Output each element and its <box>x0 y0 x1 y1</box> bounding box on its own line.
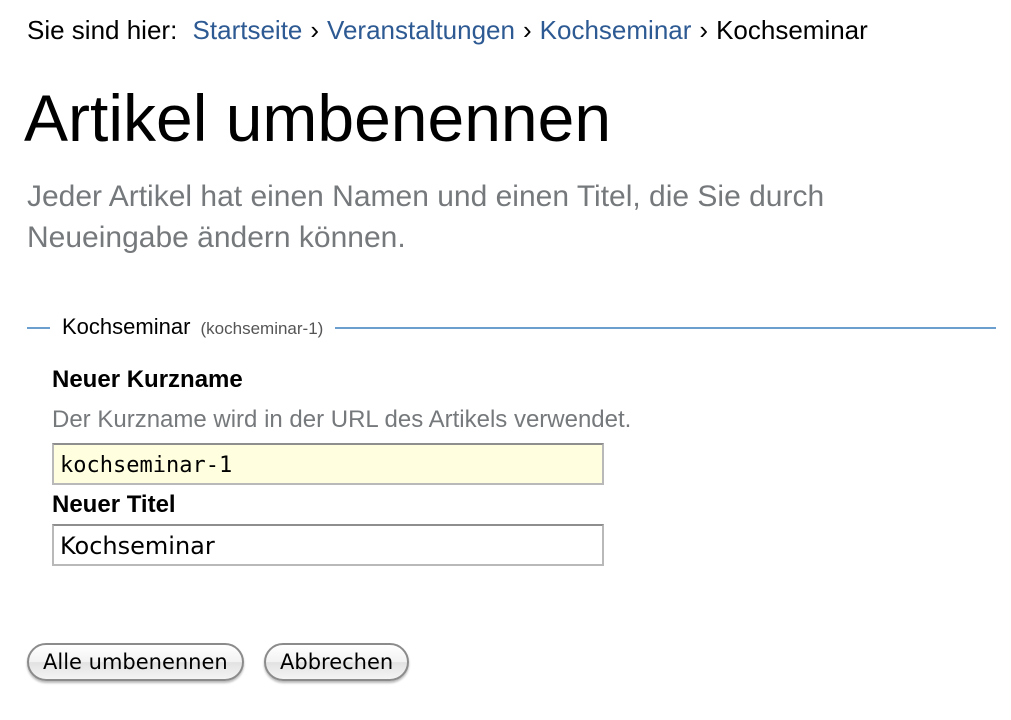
title-input[interactable] <box>52 524 604 566</box>
cancel-button[interactable]: Abbrechen <box>264 643 410 681</box>
breadcrumb-link-veranstaltungen[interactable]: Veranstaltungen <box>327 15 515 45</box>
page-description: Jeder Artikel hat einen Namen und einen … <box>27 180 825 254</box>
breadcrumb-separator: › <box>310 15 320 45</box>
breadcrumb-link-kochseminar[interactable]: Kochseminar <box>540 15 692 45</box>
title-label: Neuer Titel <box>52 491 176 518</box>
breadcrumb-prefix: Sie sind hier: <box>27 15 178 45</box>
page-title: Artikel umbenennen <box>24 81 612 155</box>
breadcrumb-link-startseite[interactable]: Startseite <box>193 15 303 45</box>
shortname-input[interactable] <box>52 443 604 485</box>
item-legend: Kochseminar (kochseminar-1) <box>50 314 335 342</box>
item-title: Kochseminar <box>62 314 191 339</box>
shortname-help: Der Kurzname wird in der URL des Artikel… <box>52 406 632 433</box>
breadcrumb: Sie sind hier: Startseite › Veranstaltunge… <box>27 13 868 47</box>
rename-all-button[interactable]: Alle umbenennen <box>27 643 244 681</box>
breadcrumb-separator: › <box>699 15 709 45</box>
item-id: (kochseminar-1) <box>200 319 324 338</box>
breadcrumb-current: Kochseminar <box>716 15 868 45</box>
shortname-label: Neuer Kurzname <box>52 366 243 393</box>
breadcrumb-separator: › <box>522 15 532 45</box>
